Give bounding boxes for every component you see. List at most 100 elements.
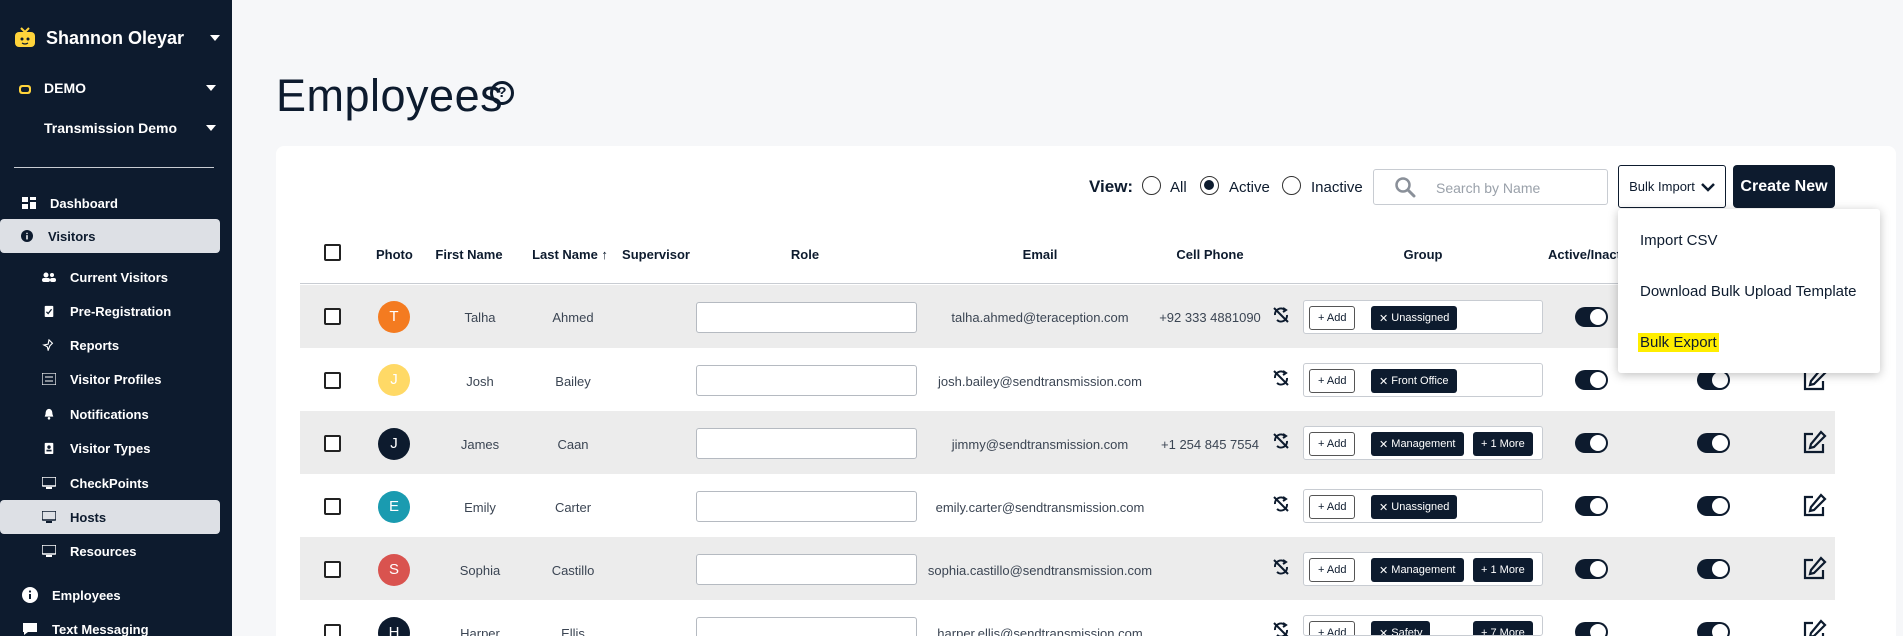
row-checkbox[interactable] [324, 308, 341, 325]
column-header-photo[interactable]: Photo [376, 247, 413, 262]
row-checkbox[interactable] [324, 498, 341, 515]
bulk-import-button[interactable]: Bulk Import [1618, 165, 1726, 208]
sidebar-item-resources[interactable]: Resources [42, 541, 136, 561]
sync-disabled-icon[interactable] [1272, 495, 1290, 513]
sync-disabled-icon[interactable] [1272, 558, 1290, 576]
active-toggle[interactable] [1575, 433, 1608, 453]
sidebar-item-checkpoints[interactable]: CheckPoints [42, 473, 149, 493]
sidebar-item-visitor-profiles[interactable]: Visitor Profiles [42, 369, 162, 389]
more-groups-button[interactable]: + 1 More [1473, 558, 1533, 582]
edit-icon[interactable] [1801, 430, 1827, 456]
secondary-toggle[interactable] [1697, 370, 1730, 390]
menu-item-import-csv[interactable]: Import CSV [1640, 232, 1718, 249]
add-group-button[interactable]: + Add [1309, 621, 1356, 635]
create-new-button[interactable]: Create New [1733, 165, 1835, 208]
email-cell: talha.ahmed@teraception.com [951, 310, 1129, 325]
last-name-cell: Bailey [555, 374, 591, 389]
column-header-role[interactable]: Role [775, 247, 835, 262]
column-header-cell-phone[interactable]: Cell Phone [1170, 247, 1250, 262]
view-radio-active[interactable] [1200, 176, 1219, 195]
chevron-down-icon [206, 125, 216, 131]
role-input[interactable] [696, 365, 917, 396]
sync-disabled-icon[interactable] [1272, 621, 1290, 636]
group-tag[interactable]: ✕ Safety [1371, 621, 1431, 635]
group-tag[interactable]: ✕ Unassigned [1371, 495, 1458, 519]
role-input[interactable] [696, 302, 917, 333]
column-header-supervisor[interactable]: Supervisor [620, 247, 692, 262]
menu-item-bulk-export[interactable]: Bulk Export [1638, 333, 1719, 352]
row-checkbox[interactable] [324, 624, 341, 636]
role-input[interactable] [696, 491, 917, 522]
secondary-toggle[interactable] [1697, 622, 1730, 636]
add-group-button[interactable]: + Add [1309, 558, 1356, 582]
menu-item-download-template[interactable]: Download Bulk Upload Template [1640, 283, 1857, 300]
sidebar-item-notifications[interactable]: Notifications [42, 404, 149, 424]
active-toggle[interactable] [1575, 622, 1608, 636]
secondary-toggle[interactable] [1697, 559, 1730, 579]
column-header-active-inactive[interactable]: Active/Inact [1548, 247, 1618, 262]
row-checkbox[interactable] [324, 372, 341, 389]
group-tag[interactable]: ✕ Management [1371, 558, 1464, 582]
search-input[interactable]: Search by Name [1373, 169, 1608, 205]
secondary-toggle[interactable] [1697, 496, 1730, 516]
group-tag[interactable]: ✕ Front Office [1371, 369, 1457, 393]
active-toggle[interactable] [1575, 559, 1608, 579]
column-header-first-name[interactable]: First Name [432, 247, 506, 262]
sync-disabled-icon[interactable] [1272, 369, 1290, 387]
org-selector[interactable]: DEMO [18, 78, 224, 98]
add-group-button[interactable]: + Add [1309, 369, 1356, 393]
role-input[interactable] [696, 554, 917, 585]
location-selector[interactable]: Transmission Demo [44, 118, 224, 138]
sidebar-item-pre-registration[interactable]: Pre-Registration [42, 301, 171, 321]
sidebar-item-dashboard[interactable]: Dashboard [22, 193, 118, 213]
sidebar-item-label: Resources [70, 543, 137, 559]
group-tag-label: Management [1391, 438, 1456, 450]
more-groups-button[interactable]: + 7 More [1473, 621, 1533, 635]
monitor-icon [42, 511, 56, 523]
sidebar-item-current-visitors[interactable]: Current Visitors [42, 267, 168, 287]
add-group-button[interactable]: + Add [1309, 432, 1356, 456]
edit-icon[interactable] [1801, 493, 1827, 519]
sidebar-item-label: Notifications [70, 406, 149, 422]
sidebar-item-visitor-types[interactable]: Visitor Types [42, 438, 150, 458]
email-cell: josh.bailey@sendtransmission.com [938, 374, 1142, 389]
sidebar-item-employees[interactable]: Employees [22, 584, 121, 606]
group-field: + Add ✕ Unassigned [1303, 489, 1543, 523]
role-input[interactable] [696, 617, 917, 636]
column-header-email[interactable]: Email [1010, 247, 1070, 262]
sidebar-item-label: CheckPoints [70, 475, 149, 491]
group-tag[interactable]: ✕ Unassigned [1371, 306, 1458, 330]
more-groups-button[interactable]: + 1 More [1473, 432, 1533, 456]
sync-disabled-icon[interactable] [1272, 306, 1290, 324]
sync-disabled-icon[interactable] [1272, 432, 1290, 450]
active-toggle[interactable] [1575, 496, 1608, 516]
active-toggle[interactable] [1575, 307, 1608, 327]
add-group-button[interactable]: + Add [1309, 306, 1356, 330]
sidebar-item-reports[interactable]: Reports [42, 335, 119, 355]
select-all-checkbox[interactable] [324, 244, 341, 261]
help-icon[interactable]: ? [490, 81, 514, 105]
view-radio-inactive[interactable] [1282, 176, 1301, 195]
user-menu[interactable]: Shannon Oleyar [14, 24, 224, 52]
active-toggle[interactable] [1575, 370, 1608, 390]
view-radio-all[interactable] [1142, 176, 1161, 195]
sidebar-item-label: Pre-Registration [70, 303, 172, 319]
sidebar-item-visitors[interactable]: Visitors [0, 219, 220, 253]
role-input[interactable] [696, 428, 917, 459]
info-icon [21, 230, 33, 242]
add-group-button[interactable]: + Add [1309, 495, 1356, 519]
sidebar-item-hosts[interactable]: Hosts [0, 500, 220, 534]
edit-icon[interactable] [1801, 556, 1827, 582]
user-name: Shannon Oleyar [46, 27, 185, 48]
column-header-last-name[interactable]: Last Name ↑ [528, 247, 612, 262]
sidebar-item-text-messaging[interactable]: Text Messaging [22, 618, 149, 636]
edit-icon[interactable] [1801, 619, 1827, 636]
chat-icon [23, 623, 37, 635]
secondary-toggle[interactable] [1697, 433, 1730, 453]
row-checkbox[interactable] [324, 435, 341, 452]
group-field: + Add ✕ Management + 1 More [1303, 426, 1543, 460]
email-cell: jimmy@sendtransmission.com [951, 437, 1129, 452]
row-checkbox[interactable] [324, 561, 341, 578]
column-header-group[interactable]: Group [1398, 247, 1448, 262]
group-tag[interactable]: ✕ Management [1371, 432, 1464, 456]
